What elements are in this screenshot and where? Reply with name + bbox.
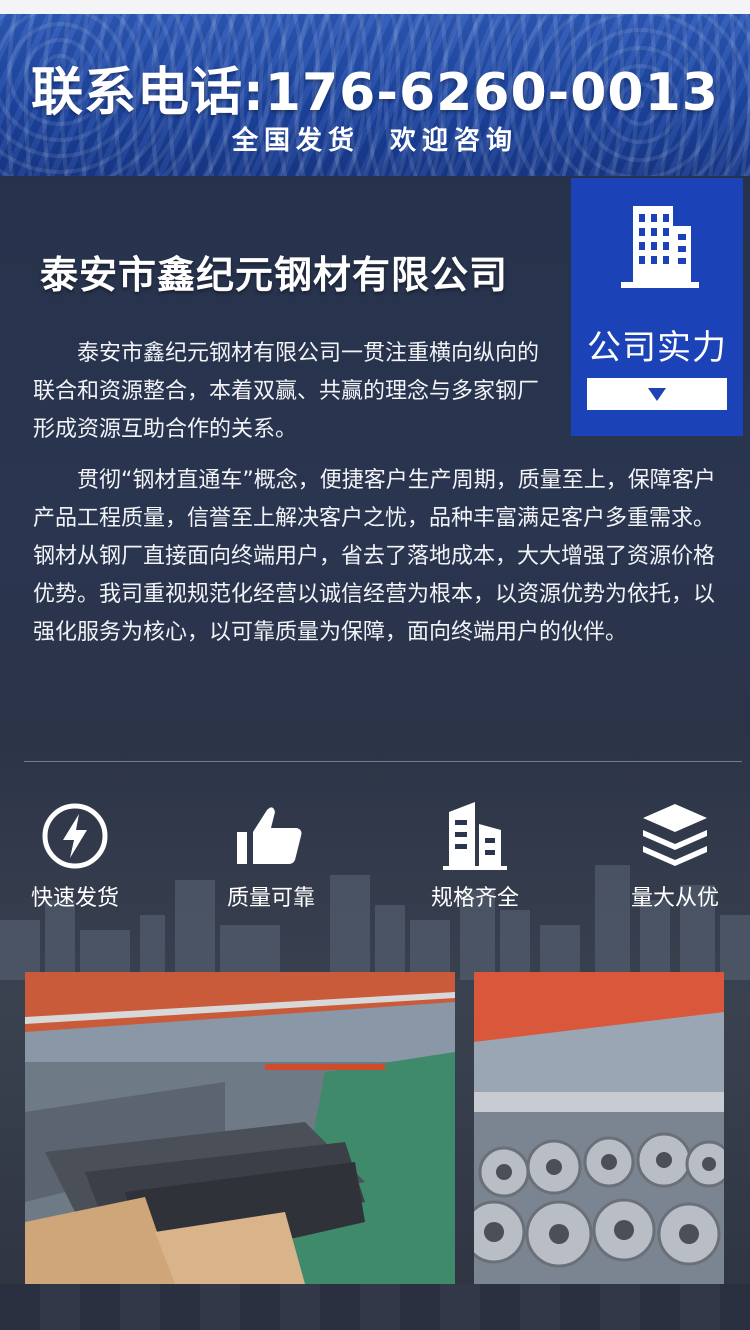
header-banner: 联系电话:176-6260-0013 全国发货 欢迎咨询	[0, 14, 750, 176]
intro-paragraph-2: 贯彻“钢材直通车”概念，便捷客户生产周期，质量至上，保障客户产品工程质量，信誉至…	[33, 468, 716, 645]
expand-button[interactable]	[587, 378, 727, 410]
steel-coils-warehouse-photo	[474, 972, 724, 1284]
intro-paragraph-1: 泰安市鑫纪元钢材有限公司一贯注重横向纵向的联合和资源整合，本着双赢、共赢的理念与…	[33, 341, 540, 442]
feature-bulk-discount: 量大从优	[600, 796, 750, 912]
warehouse-steel-plates-photo	[25, 972, 455, 1284]
feature-label: 快速发货	[30, 886, 119, 911]
top-strip	[0, 0, 750, 14]
thumbs-up-icon	[237, 807, 302, 864]
triangle-down-icon	[648, 388, 666, 401]
feature-complete-specs: 规格齐全	[400, 796, 550, 912]
feature-fast-delivery: 快速发货	[0, 796, 150, 912]
company-strength-badge: 公司实力	[571, 178, 743, 436]
bottom-strip	[0, 1284, 750, 1330]
lightning-icon	[42, 803, 108, 869]
building-icon	[621, 206, 699, 288]
badge-label: 公司实力	[587, 328, 727, 368]
section-divider	[24, 761, 742, 762]
shipping-tagline: 全国发货 欢迎咨询	[231, 126, 519, 156]
feature-reliable-quality: 质量可靠	[196, 796, 346, 912]
layers-icon	[643, 804, 707, 866]
feature-label: 量大从优	[630, 886, 719, 911]
company-name: 泰安市鑫纪元钢材有限公司	[40, 253, 509, 297]
feature-label: 质量可靠	[226, 886, 315, 911]
feature-label: 规格齐全	[430, 886, 519, 911]
buildings-icon	[443, 802, 507, 870]
contact-phone[interactable]: 联系电话:176-6260-0013	[0, 50, 750, 125]
